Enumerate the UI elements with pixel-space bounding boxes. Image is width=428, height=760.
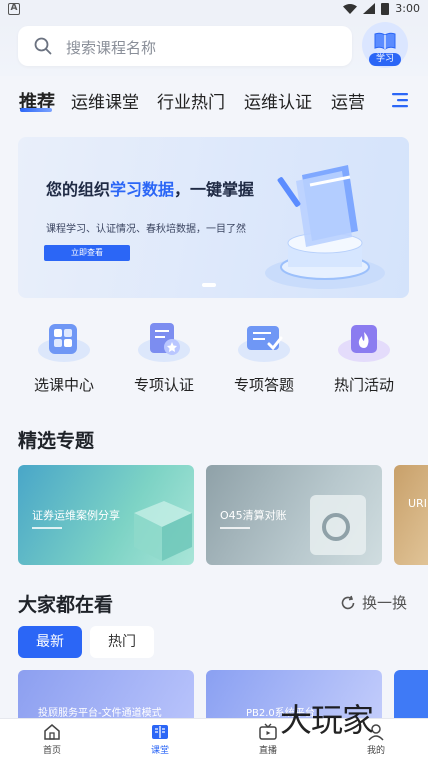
tab-industry-hot[interactable]: 行业热门 <box>157 88 225 113</box>
topic-card-securities-ops[interactable]: 证券运维案例分享 <box>18 465 194 565</box>
top-bar: 搜索课程名称 学习 <box>0 20 428 76</box>
tab-operations[interactable]: 运营 <box>331 88 365 113</box>
tab-ops-classroom[interactable]: 运维课堂 <box>71 88 139 113</box>
course-center-icon <box>38 324 90 362</box>
banner-pager <box>202 283 216 287</box>
book-icon <box>374 32 396 50</box>
segment-latest[interactable]: 最新 <box>18 626 82 658</box>
data-folder-illustration <box>265 165 385 289</box>
topic-card-o45-reconciliation[interactable]: O45清算对账 <box>206 465 382 565</box>
course-card-partial[interactable] <box>394 670 428 720</box>
certification-label: 专项认证 <box>133 376 194 394</box>
topic-title: 证券运维案例分享 <box>32 509 120 522</box>
nav-mine-label: 我的 <box>366 746 385 756</box>
topic-title: URI <box>408 497 427 510</box>
topic-title: O45清算对账 <box>220 509 287 522</box>
quick-hot-activities[interactable]: 热门活动 <box>314 320 414 395</box>
home-icon <box>44 724 60 740</box>
watermark: 大玩家 <box>280 701 374 739</box>
watching-title: 大家都在看 <box>18 594 114 616</box>
nav-home[interactable]: 首页 <box>22 723 82 756</box>
course-card[interactable]: 投顾服务平台-文件通道模式 <box>18 670 194 720</box>
cube-illustration <box>134 501 192 561</box>
live-icon <box>259 723 277 740</box>
certification-icon <box>138 323 190 362</box>
search-icon <box>34 37 52 55</box>
battery-icon <box>381 2 390 15</box>
quick-special-certification[interactable]: 专项认证 <box>114 320 214 395</box>
quiz-label: 专项答题 <box>233 376 294 394</box>
search-placeholder: 搜索课程名称 <box>66 39 157 57</box>
course-center-label: 选课中心 <box>33 376 94 394</box>
quick-entries: 选课中心 专项认证 专项答题 热门活动 <box>0 320 428 400</box>
signal-icon <box>363 3 376 14</box>
banner-subtitle: 课程学习、认证情况、春秋培数据，一目了然 <box>46 224 246 235</box>
quiz-icon <box>238 326 290 362</box>
clock: 3:00 <box>395 2 420 15</box>
topic-divider <box>220 527 250 529</box>
banner-title: 您的组织学习数据，一键掌握 <box>46 180 255 199</box>
menu-icon[interactable] <box>392 92 410 108</box>
status-icons: 3:00 <box>343 2 420 15</box>
folder-illustration <box>310 495 366 555</box>
featured-title: 精选专题 <box>18 430 95 452</box>
tab-ops-certification[interactable]: 运维认证 <box>244 88 312 113</box>
status-bar: A 3:00 <box>0 0 428 20</box>
classroom-icon <box>152 725 168 739</box>
nav-classroom-label: 课堂 <box>150 746 169 756</box>
search-input[interactable]: 搜索课程名称 <box>18 26 352 66</box>
nav-home-label: 首页 <box>42 746 61 756</box>
featured-topics: 证券运维案例分享 O45清算对账 URI <box>0 465 428 565</box>
active-tab-indicator <box>20 108 52 112</box>
swap-label: 换一换 <box>362 594 408 612</box>
wifi-icon <box>343 3 358 14</box>
view-now-button[interactable]: 立即查看 <box>44 245 130 261</box>
nav-classroom[interactable]: 课堂 <box>130 723 190 756</box>
topic-card-partial[interactable]: URI <box>394 465 428 565</box>
promo-banner[interactable]: 您的组织学习数据，一键掌握 课程学习、认证情况、春秋培数据，一目了然 立即查看 <box>18 137 409 298</box>
quick-special-quiz[interactable]: 专项答题 <box>214 320 314 395</box>
hot-activities-label: 热门活动 <box>333 376 394 394</box>
study-button[interactable]: 学习 <box>362 22 408 68</box>
flame-icon <box>338 325 390 362</box>
nav-live-label: 直播 <box>258 746 277 756</box>
segment-hot[interactable]: 热门 <box>90 626 154 658</box>
swap-button[interactable]: 换一换 <box>340 592 407 613</box>
study-label: 学习 <box>369 53 401 66</box>
notification-icon: A <box>8 3 20 15</box>
course-title: 投顾服务平台-文件通道模式 <box>38 708 162 719</box>
refresh-icon <box>341 595 355 609</box>
category-tabs: 推荐 运维课堂 行业热门 运维认证 运营 <box>0 84 428 118</box>
quick-course-center[interactable]: 选课中心 <box>14 320 114 395</box>
topic-divider <box>32 527 62 529</box>
